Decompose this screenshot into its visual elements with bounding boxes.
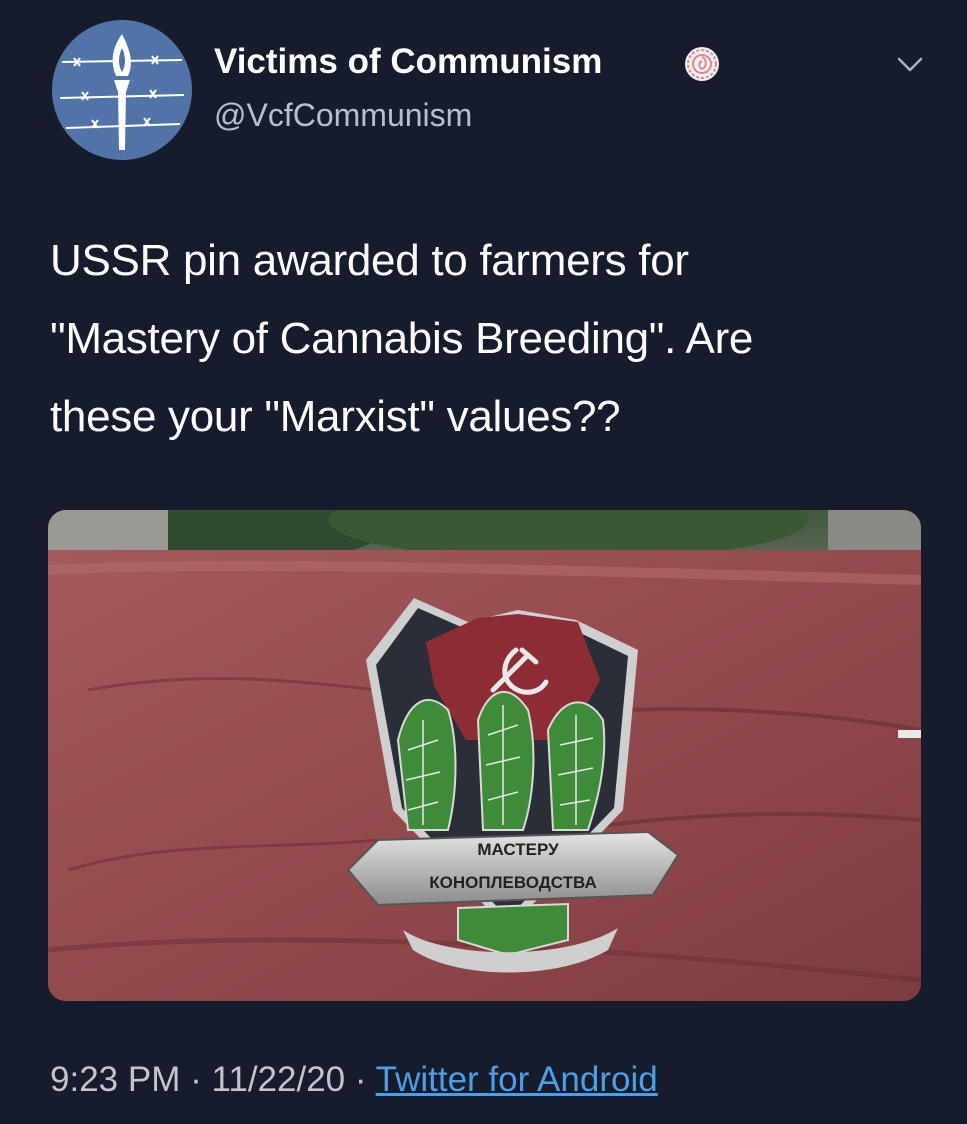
tweet-line: these your "Marxist" values?? bbox=[50, 392, 621, 441]
chevron-down-icon[interactable] bbox=[893, 50, 927, 80]
tweet-image[interactable]: МАСТЕРУ КОНОПЛЕВОДСТВА bbox=[48, 510, 921, 1001]
tweet-date: 11/22/20 bbox=[211, 1060, 346, 1099]
pin-text-line1: МАСТЕРУ bbox=[477, 840, 559, 859]
source-link[interactable]: Twitter for Android bbox=[376, 1060, 658, 1099]
tweet-time: 9:23 PM bbox=[50, 1060, 181, 1099]
separator: · bbox=[190, 1060, 202, 1099]
tweet-text: USSR pin awarded to farmers for "Mastery… bbox=[50, 222, 930, 456]
separator: · bbox=[354, 1060, 367, 1099]
tweet-meta: 9:23 PM · 11/22/20 · Twitter for Android bbox=[50, 1060, 658, 1100]
tweet-line: "Mastery of Cannabis Breeding". Are bbox=[50, 314, 754, 363]
verified-badge-icon bbox=[683, 45, 721, 83]
pin-text-line2: КОНОПЛЕВОДСТВА bbox=[429, 873, 597, 892]
avatar[interactable] bbox=[52, 20, 192, 160]
display-name[interactable]: Victims of Communism bbox=[214, 42, 602, 82]
torch-logo-icon bbox=[52, 20, 192, 160]
handle[interactable]: @VcfCommunism bbox=[214, 97, 472, 134]
tweet-line: USSR pin awarded to farmers for bbox=[50, 236, 689, 285]
pin-photo: МАСТЕРУ КОНОПЛЕВОДСТВА bbox=[48, 510, 921, 1001]
